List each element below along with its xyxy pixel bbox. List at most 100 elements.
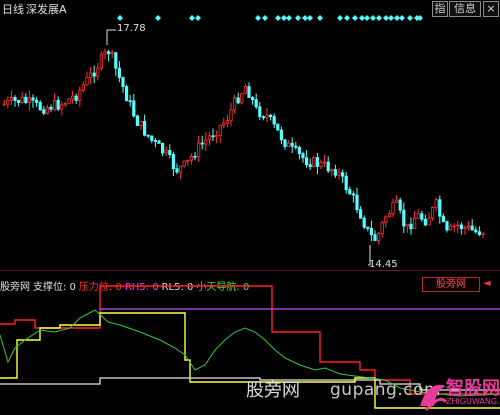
candle-body [409, 223, 413, 230]
candle-body [477, 231, 482, 235]
candle-body [470, 225, 474, 231]
signal-diamond [344, 15, 350, 21]
signal-diamond [275, 15, 281, 21]
candle-body [337, 172, 341, 176]
candle-body [207, 135, 211, 141]
candle-body [31, 97, 35, 101]
candle-body [92, 72, 96, 77]
candle-body [261, 116, 266, 119]
candle-body [430, 206, 435, 219]
candle-body [398, 199, 402, 211]
candle-body [297, 147, 302, 155]
candle-body [441, 215, 446, 223]
candle-body [24, 96, 28, 103]
candle-body [16, 100, 21, 103]
candle-body [412, 217, 417, 230]
candle-body [81, 84, 85, 91]
candle-body [290, 142, 294, 147]
candle-body [135, 115, 139, 126]
candle-body [376, 233, 381, 241]
candle-body [308, 164, 312, 168]
signal-diamond [337, 15, 343, 21]
high-price-label: 17.78 [117, 23, 146, 34]
candle-body [2, 103, 6, 106]
candle-body [333, 169, 338, 176]
candle-body [459, 224, 464, 230]
signal-diamond [307, 15, 313, 21]
candle-body [49, 106, 53, 110]
candle-body [117, 67, 121, 78]
candle-body [99, 53, 103, 69]
candle-body [225, 120, 229, 124]
candle-body [301, 153, 305, 159]
candle-body [369, 228, 374, 236]
candle-body [283, 139, 287, 147]
candle-body [229, 109, 233, 122]
candle-body [74, 95, 78, 101]
candle-body [164, 149, 168, 154]
candle-body [330, 169, 334, 172]
candle-body [218, 124, 222, 136]
candle-body [189, 156, 193, 161]
candle-body [405, 223, 410, 227]
candle-body [452, 225, 456, 228]
candle-body [56, 99, 60, 110]
candle-body [351, 193, 356, 196]
candle-body [60, 104, 64, 110]
candle-body [142, 120, 147, 136]
signal-diamond [317, 15, 323, 21]
signal-diamond [189, 15, 195, 21]
candle-body [107, 51, 111, 54]
stock-chart-window: 日线 深发展A 指 信息 × 17.78 14.45 股旁网 支撑位: 0 压力位:… [0, 0, 500, 415]
candle-body [366, 226, 370, 229]
candle-body [168, 149, 172, 155]
candle-body [35, 99, 39, 103]
candle-body [402, 209, 406, 227]
candle-body [276, 123, 280, 131]
candle-body [319, 161, 323, 167]
candle-body [344, 175, 348, 190]
candle-body [42, 109, 46, 114]
candlestick-chart[interactable] [0, 0, 500, 270]
candle-body [304, 157, 309, 166]
candle-body [481, 232, 485, 235]
candle-body [182, 160, 186, 167]
candle-body [67, 98, 71, 104]
candle-body [38, 102, 42, 111]
candle-body [71, 95, 75, 100]
candle-body [146, 134, 150, 137]
candle-body [193, 156, 197, 158]
candle-body [196, 142, 201, 158]
candle-body [103, 51, 107, 55]
candle-body [340, 172, 345, 177]
candle-body [315, 157, 320, 167]
candle-body [247, 86, 251, 98]
candle-body [448, 225, 453, 231]
candle-body [171, 154, 175, 170]
candle-body [45, 106, 50, 114]
candle-body [362, 217, 366, 228]
logo-subtext: ZHIGUWANG.CN [446, 397, 500, 406]
candle-body [20, 96, 24, 103]
watermark-text: 股旁网 [246, 380, 300, 401]
candle-body [348, 189, 352, 195]
candle-body [384, 216, 388, 224]
signal-diamond [364, 15, 370, 21]
candle-body [240, 93, 244, 104]
signal-diamond [399, 15, 405, 21]
candle-body [322, 161, 327, 164]
signal-diamond [295, 15, 301, 21]
signal-diamond [117, 15, 123, 21]
candle-body [232, 97, 237, 111]
candle-body [250, 97, 255, 101]
candle-body [178, 165, 183, 173]
candle-body [355, 194, 359, 211]
candle-body [132, 100, 136, 117]
candle-body [420, 213, 424, 220]
candle-body [78, 89, 82, 101]
candle-body [160, 143, 165, 154]
candle-body [294, 145, 298, 148]
candle-body [326, 161, 330, 172]
candle-body [222, 122, 226, 126]
candle-body [157, 140, 161, 144]
